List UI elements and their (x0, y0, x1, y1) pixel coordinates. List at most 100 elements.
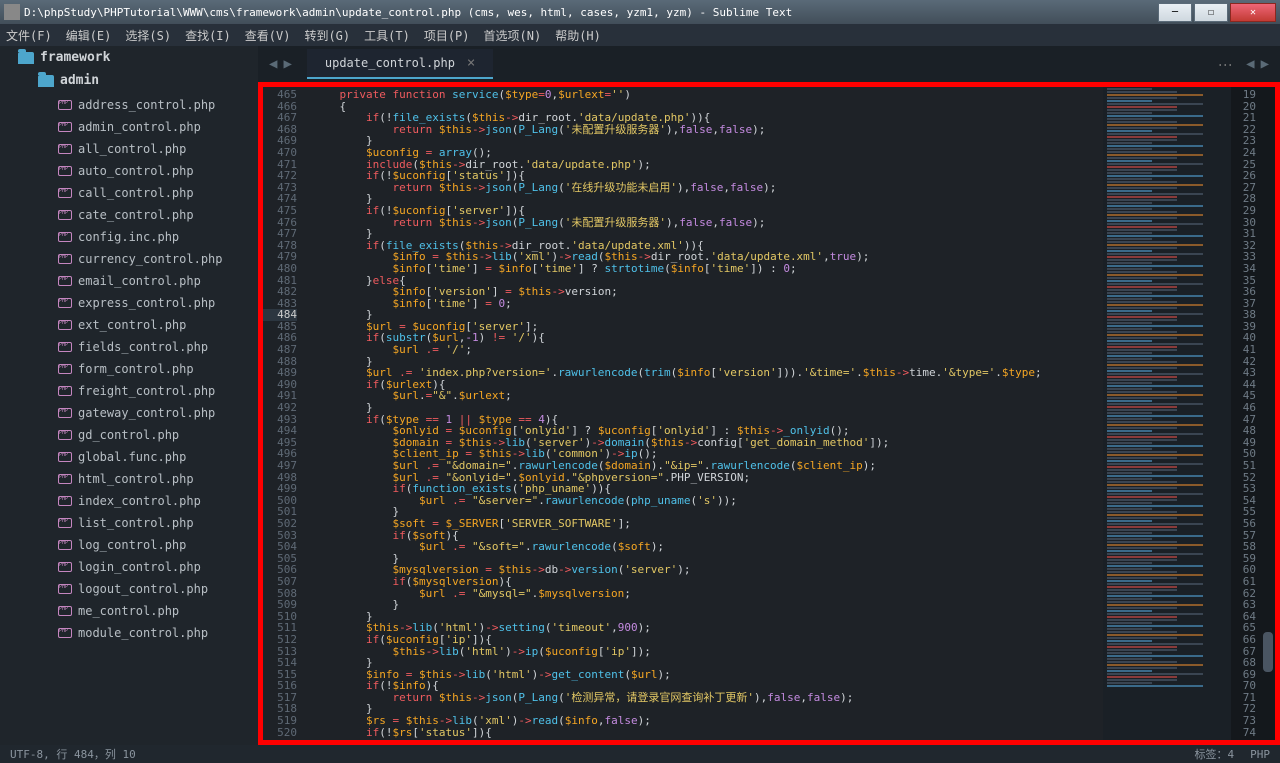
file-label: auto_control.php (78, 164, 194, 178)
file-label: html_control.php (78, 472, 194, 486)
sidebar: framework admin address_control.phpadmin… (0, 46, 258, 745)
folder-root[interactable]: framework (0, 46, 258, 69)
php-icon (58, 518, 72, 528)
menu-item[interactable]: 工具(T) (364, 27, 410, 44)
folder-icon (18, 52, 34, 64)
menu-item[interactable]: 编辑(E) (66, 27, 112, 44)
php-icon (58, 276, 72, 286)
file-item[interactable]: admin_control.php (0, 116, 258, 138)
folder-label: framework (40, 50, 110, 65)
menu-item[interactable]: 项目(P) (424, 27, 470, 44)
folder-sub[interactable]: admin (0, 69, 258, 92)
file-item[interactable]: me_control.php (0, 600, 258, 622)
menu-item[interactable]: 查找(I) (185, 27, 231, 44)
editor-highlight-region: 465 466 467 468 469 470 471 472 473 474 … (258, 82, 1280, 745)
tab-update-control[interactable]: update_control.php × (307, 49, 493, 79)
file-item[interactable]: module_control.php (0, 622, 258, 644)
tab-close-icon[interactable]: × (467, 55, 475, 71)
line-gutter[interactable]: 465 466 467 468 469 470 471 472 473 474 … (263, 87, 307, 740)
file-label: currency_control.php (78, 252, 223, 266)
file-item[interactable]: cate_control.php (0, 204, 258, 226)
file-item[interactable]: gateway_control.php (0, 402, 258, 424)
pane-prev-icon[interactable]: ◀ (1243, 56, 1257, 72)
file-item[interactable]: ext_control.php (0, 314, 258, 336)
tab-prev-icon[interactable]: ◀ (266, 56, 280, 72)
minimap[interactable] (1103, 87, 1231, 740)
file-label: form_control.php (78, 362, 194, 376)
php-icon (58, 474, 72, 484)
file-item[interactable]: logout_control.php (0, 578, 258, 600)
vertical-scrollbar[interactable] (1261, 87, 1275, 740)
code-area[interactable]: private function service($type=0,$urlext… (307, 87, 1103, 740)
file-item[interactable]: config.inc.php (0, 226, 258, 248)
file-item[interactable]: all_control.php (0, 138, 258, 160)
file-item[interactable]: currency_control.php (0, 248, 258, 270)
folder-icon (38, 75, 54, 87)
scrollbar-thumb[interactable] (1263, 632, 1273, 672)
pane-next-icon[interactable]: ▶ (1258, 56, 1272, 72)
menu-item[interactable]: 文件(F) (6, 27, 52, 44)
php-icon (58, 562, 72, 572)
php-icon (58, 628, 72, 638)
file-item[interactable]: email_control.php (0, 270, 258, 292)
file-label: log_control.php (78, 538, 186, 552)
php-icon (58, 210, 72, 220)
php-icon (58, 496, 72, 506)
close-button[interactable]: ✕ (1230, 3, 1276, 22)
status-language[interactable]: PHP (1250, 748, 1270, 761)
php-icon (58, 320, 72, 330)
file-label: logout_control.php (78, 582, 208, 596)
menubar: 文件(F) 编辑(E) 选择(S) 查找(I) 查看(V) 转到(G) 工具(T) 项目(P)… (0, 24, 1280, 46)
file-item[interactable]: list_control.php (0, 512, 258, 534)
menu-item[interactable]: 帮助(H) (555, 27, 601, 44)
file-label: fields_control.php (78, 340, 208, 354)
statusbar: UTF-8, 行 484，列 10 标签：4 PHP (0, 745, 1280, 763)
status-encoding[interactable]: UTF-8, 行 484，列 10 (10, 746, 136, 762)
php-icon (58, 540, 72, 550)
php-icon (58, 254, 72, 264)
file-label: ext_control.php (78, 318, 186, 332)
file-label: address_control.php (78, 98, 215, 112)
menu-item[interactable]: 选择(S) (125, 27, 171, 44)
file-item[interactable]: global.func.php (0, 446, 258, 468)
file-item[interactable]: form_control.php (0, 358, 258, 380)
minimize-button[interactable]: ─ (1158, 3, 1192, 22)
maximize-button[interactable]: ☐ (1194, 3, 1228, 22)
file-item[interactable]: call_control.php (0, 182, 258, 204)
php-icon (58, 298, 72, 308)
file-item[interactable]: log_control.php (0, 534, 258, 556)
status-tabwidth[interactable]: 标签：4 (1195, 746, 1235, 762)
file-item[interactable]: freight_control.php (0, 380, 258, 402)
php-icon (58, 584, 72, 594)
file-label: express_control.php (78, 296, 215, 310)
file-item[interactable]: fields_control.php (0, 336, 258, 358)
menu-item[interactable]: 查看(V) (245, 27, 291, 44)
menu-item[interactable]: 转到(G) (304, 27, 350, 44)
php-icon (58, 144, 72, 154)
file-label: global.func.php (78, 450, 186, 464)
tabbar: ◀ ▶ update_control.php × ⋮ ◀ ▶ (258, 46, 1280, 82)
file-label: freight_control.php (78, 384, 215, 398)
file-label: config.inc.php (78, 230, 179, 244)
file-item[interactable]: express_control.php (0, 292, 258, 314)
file-label: index_control.php (78, 494, 201, 508)
file-label: module_control.php (78, 626, 208, 640)
file-item[interactable]: gd_control.php (0, 424, 258, 446)
file-item[interactable]: login_control.php (0, 556, 258, 578)
titlebar[interactable]: D:\phpStudy\PHPTutorial\WWW\cms\framewor… (0, 0, 1280, 24)
menu-item[interactable]: 首选项(N) (484, 27, 542, 44)
file-item[interactable]: auto_control.php (0, 160, 258, 182)
file-label: gateway_control.php (78, 406, 215, 420)
php-icon (58, 430, 72, 440)
tab-overflow-icon[interactable]: ⋮ (1217, 58, 1233, 70)
file-label: email_control.php (78, 274, 201, 288)
file-item[interactable]: address_control.php (0, 94, 258, 116)
file-label: list_control.php (78, 516, 194, 530)
file-item[interactable]: html_control.php (0, 468, 258, 490)
tab-label: update_control.php (325, 56, 455, 70)
php-icon (58, 232, 72, 242)
file-item[interactable]: index_control.php (0, 490, 258, 512)
php-icon (58, 386, 72, 396)
tab-next-icon[interactable]: ▶ (280, 56, 294, 72)
file-label: login_control.php (78, 560, 201, 574)
